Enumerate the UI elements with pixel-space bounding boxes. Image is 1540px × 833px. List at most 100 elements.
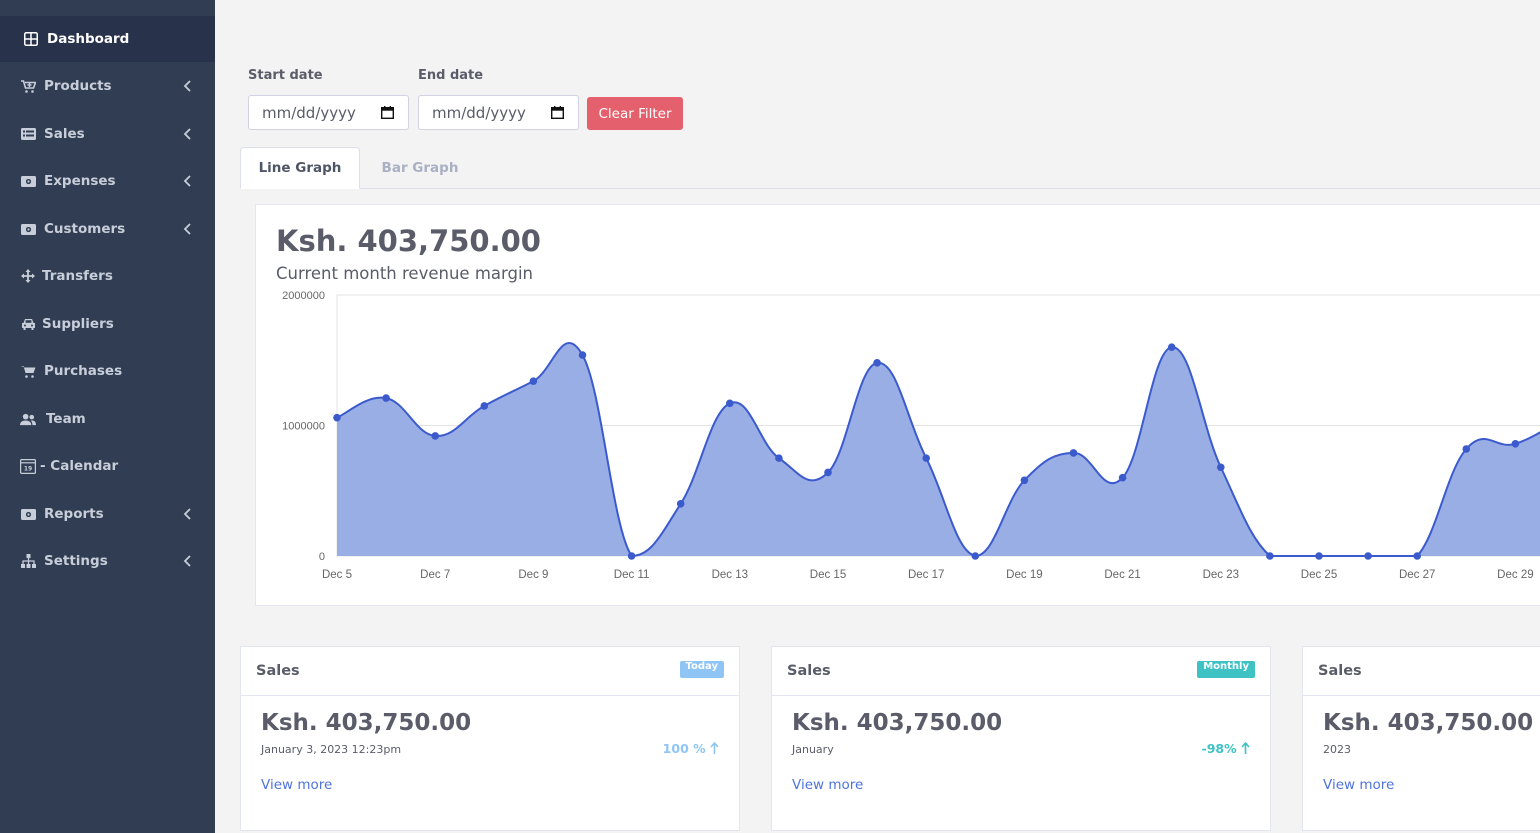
stat-title: Sales [256,663,300,679]
stat-card-header: Sales Monthly [772,647,1270,696]
chevron-left-icon [183,128,191,140]
sidebar-item-label: Customers [44,221,126,237]
data-point [922,454,930,462]
x-tick-label: Dec 9 [518,569,548,581]
sidebar-item-label: Suppliers [42,316,114,332]
x-tick-label: Dec 29 [1497,569,1533,581]
sidebar-item-team[interactable]: Team [0,396,215,442]
stat-title: Sales [1318,663,1362,679]
arrows-icon [20,268,36,284]
sidebar-item-label: Products [44,78,112,94]
data-point [1217,463,1225,472]
end-date-input[interactable]: mm/dd/yyyy [418,95,579,130]
chevron-left-icon [183,508,191,520]
x-tick-label: Dec 7 [420,569,450,581]
data-point [1069,449,1078,457]
data-point [873,359,881,367]
area-fill [337,343,1540,556]
sidebar-item-settings[interactable]: Settings [0,538,215,584]
x-tick-label: Dec 21 [1104,569,1140,581]
chevron-left-icon [183,175,191,187]
sidebar: Dashboard Products Sales Expenses Custom… [0,0,215,833]
sidebar-item-suppliers[interactable]: Suppliers [0,301,215,347]
x-tick-label: Dec 5 [322,569,352,581]
sidebar-item-label: Settings [44,553,108,569]
clear-filter-button[interactable]: Clear Filter [587,97,683,130]
stat-amount: Ksh. 403,750.00 [1323,710,1534,736]
car-icon [20,316,36,332]
data-point [1364,552,1372,560]
calendar-icon[interactable] [551,106,564,119]
x-tick-label: Dec 15 [810,569,846,581]
x-tick-label: Dec 19 [1006,569,1042,581]
sidebar-item-transfers[interactable]: Transfers [0,253,215,299]
y-tick-label: 0 [319,551,325,563]
x-tick-label: Dec 25 [1301,569,1337,581]
cart-plus-icon [20,78,36,94]
sidebar-item-reports[interactable]: Reports [0,491,215,537]
data-point [1020,476,1029,485]
data-point [529,377,538,385]
sidebar-item-label: Purchases [44,363,123,379]
tab-line-graph[interactable]: Line Graph [240,147,360,189]
x-tick-label: Dec 27 [1399,569,1435,581]
sidebar-item-expenses[interactable]: Expenses [0,158,215,204]
chart-amount: Ksh. 403,750.00 [276,224,541,258]
start-date-label: Start date [248,68,323,83]
stat-percent-value: 100 % [662,741,706,756]
start-date-input[interactable]: mm/dd/yyyy [248,95,409,130]
stat-card-yearly: Sales Ksh. 403,750.00 2023 View more [1302,646,1540,831]
status-badge: Monthly [1197,661,1255,678]
status-badge: Today [679,661,724,678]
tab-bar-graph[interactable]: Bar Graph [360,147,480,189]
data-point [1266,552,1274,560]
sidebar-item-products[interactable]: Products [0,63,215,109]
end-date-label: End date [418,68,484,83]
data-point [971,552,980,560]
data-point [480,402,489,410]
sitemap-icon [20,553,36,569]
sidebar-item-label: Dashboard [47,31,130,47]
chevron-left-icon [183,555,191,567]
sidebar-item-label: Expenses [44,173,116,189]
stat-amount: Ksh. 403,750.00 [792,710,1003,736]
view-more-link[interactable]: View more [261,777,332,793]
stat-percent-value: -98% [1201,741,1237,756]
calendar-icon[interactable] [381,106,394,119]
calendar-icon: 19 [20,458,36,474]
data-point [1462,445,1471,453]
data-point [1167,343,1176,351]
stat-title: Sales [787,663,831,679]
x-tick-label: Dec 23 [1203,569,1239,581]
sidebar-item-label: Transfers [42,268,113,284]
svg-text:19: 19 [24,466,32,473]
end-date-placeholder: mm/dd/yyyy [432,103,526,122]
x-tick-label: Dec 17 [908,569,944,581]
sidebar-item-label: Sales [44,126,85,142]
view-more-link[interactable]: View more [1323,777,1394,793]
sidebar-item-label: Reports [44,506,104,522]
money-icon [20,506,36,522]
sidebar-item-calendar[interactable]: 19 - Calendar [0,443,215,489]
sidebar-item-customers[interactable]: Customers [0,206,215,252]
sidebar-item-purchases[interactable]: Purchases [0,348,215,394]
list-card-icon [20,126,36,142]
trend-up-icon [710,741,719,754]
stat-card-monthly: Sales Monthly Ksh. 403,750.00 January -9… [771,646,1271,831]
money-icon [20,221,36,237]
view-more-link[interactable]: View more [792,777,863,793]
data-point [627,552,636,560]
sidebar-item-sales[interactable]: Sales [0,111,215,157]
stat-card-header: Sales [1303,647,1540,696]
stat-date: 2023 [1323,743,1351,756]
revenue-line-chart: 0 1000000 2000000 Dec 5 Dec 7 Dec 9 Dec 11 Dec … [282,290,1540,581]
data-point [775,454,783,462]
chevron-left-icon [183,223,191,235]
users-icon [20,411,36,427]
sidebar-item-dashboard[interactable]: Dashboard [0,16,215,62]
sidebar-item-label: Team [46,411,86,427]
stat-card-today: Sales Today Ksh. 403,750.00 January 3, 2… [240,646,740,831]
chevron-left-icon [183,80,191,92]
data-point [382,394,390,402]
stat-date: January [792,743,834,756]
